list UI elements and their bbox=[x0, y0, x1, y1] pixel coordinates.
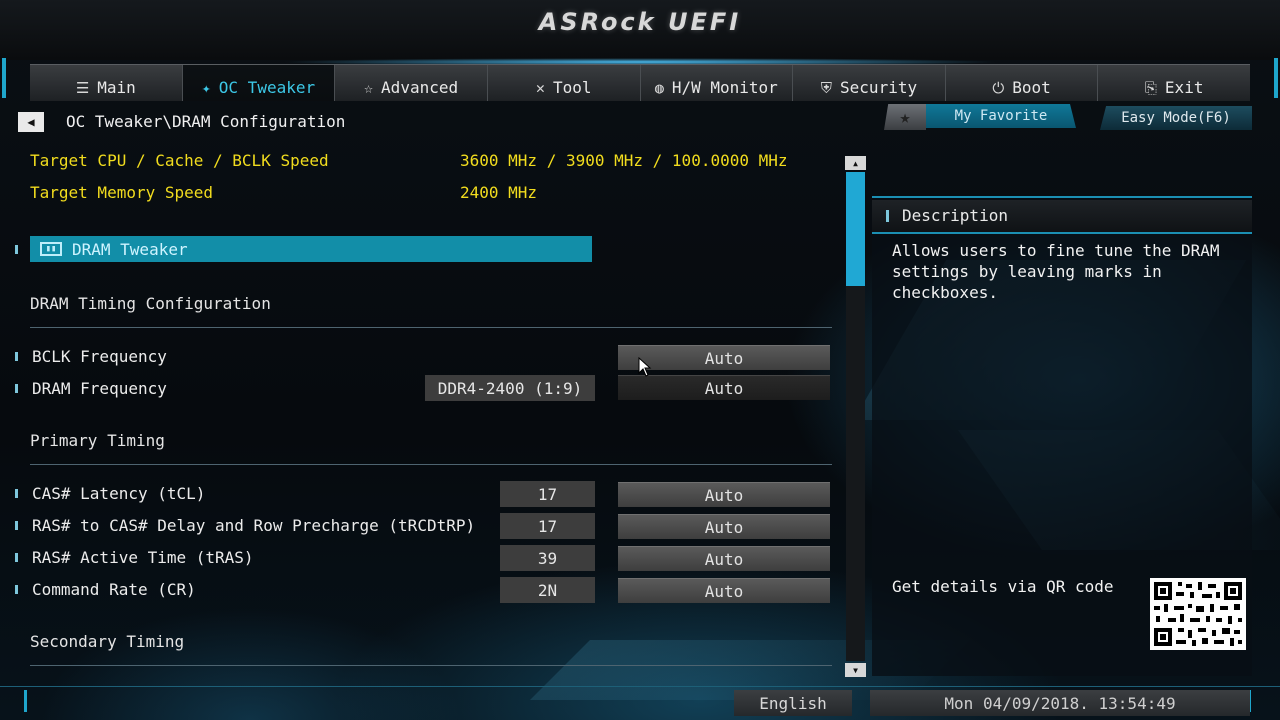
dram-tweaker-label: DRAM Tweaker bbox=[72, 239, 188, 259]
command-rate-current: 2N bbox=[500, 577, 595, 603]
target-memory-label: Target Memory Speed bbox=[30, 183, 214, 202]
item-marker bbox=[15, 384, 18, 393]
footer-accent-left bbox=[24, 690, 27, 712]
item-marker bbox=[15, 585, 18, 594]
divider bbox=[30, 327, 832, 328]
tab-oc-tweaker[interactable]: ✦ OC Tweaker bbox=[182, 65, 336, 101]
footer-divider bbox=[0, 686, 1280, 687]
rocket-icon: ✦ bbox=[201, 79, 211, 97]
shield-icon: ⛨ bbox=[820, 79, 833, 97]
dram-timing-configuration-heading: DRAM Timing Configuration bbox=[30, 294, 271, 313]
power-icon: ⏻ bbox=[992, 79, 1005, 97]
qr-code-image bbox=[1150, 578, 1246, 650]
back-arrow-icon: ◀ bbox=[27, 115, 35, 129]
dram-tweaker-item[interactable]: ▮▮ DRAM Tweaker bbox=[30, 236, 592, 262]
item-marker bbox=[15, 553, 18, 562]
secondary-timing-heading: Secondary Timing bbox=[30, 632, 185, 651]
tab-main[interactable]: ☰ Main bbox=[30, 65, 183, 101]
arrow-down-icon: ▼ bbox=[853, 665, 858, 675]
header-accent-right bbox=[1274, 58, 1278, 98]
target-cpu-value: 3600 MHz / 3900 MHz / 100.0000 MHz bbox=[460, 151, 788, 170]
tras-current: 39 bbox=[500, 545, 595, 571]
tras-select[interactable]: Auto bbox=[618, 546, 830, 571]
qr-code-label: Get details via QR code bbox=[892, 577, 1114, 596]
item-marker bbox=[886, 210, 889, 222]
memory-module-icon: ▮▮ bbox=[40, 242, 62, 256]
header-bar: ASRock UEFI bbox=[0, 0, 1280, 60]
divider bbox=[30, 665, 832, 666]
tab-label: Main bbox=[97, 78, 136, 97]
item-marker bbox=[15, 521, 18, 530]
asrock-uefi-logo: ASRock UEFI bbox=[538, 8, 742, 36]
arrow-up-icon: ▲ bbox=[853, 158, 858, 168]
cas-latency-label: CAS# Latency (tCL) bbox=[32, 484, 206, 503]
easy-mode-button[interactable]: Easy Mode(F6) bbox=[1100, 106, 1252, 130]
mouse-pointer-icon bbox=[638, 357, 652, 377]
tab-label: Tool bbox=[552, 78, 592, 97]
date-time-display: Mon 04/09/2018. 13:54:49 bbox=[870, 690, 1250, 716]
exit-door-icon: ⎘ bbox=[1144, 79, 1157, 97]
qr-code bbox=[1150, 578, 1246, 650]
list-icon: ☰ bbox=[75, 79, 90, 97]
dram-frequency-select[interactable]: Auto bbox=[618, 375, 830, 400]
star-icon: ★ bbox=[899, 106, 911, 128]
tab-security[interactable]: ⛨ Security bbox=[793, 65, 946, 101]
cas-latency-select[interactable]: Auto bbox=[618, 482, 830, 507]
bclk-frequency-label: BCLK Frequency bbox=[32, 347, 167, 366]
tab-label: Security bbox=[840, 78, 918, 97]
tab-tool[interactable]: ✕ Tool bbox=[488, 65, 641, 101]
cas-latency-current: 17 bbox=[500, 481, 595, 507]
scroll-up-button[interactable]: ▲ bbox=[845, 156, 866, 170]
tab-hw-monitor[interactable]: ◍ H/W Monitor bbox=[641, 65, 794, 101]
header-accent-left bbox=[2, 58, 6, 98]
tab-advanced[interactable]: ☆ Advanced bbox=[335, 65, 488, 101]
back-button[interactable]: ◀ bbox=[18, 112, 44, 132]
divider bbox=[30, 464, 832, 465]
description-title: Description bbox=[902, 206, 1008, 225]
description-text: Allows users to fine tune the DRAM setti… bbox=[892, 241, 1220, 302]
scrollbar-thumb[interactable] bbox=[846, 172, 865, 286]
item-marker bbox=[15, 489, 18, 498]
tab-label: Boot bbox=[1012, 78, 1051, 97]
item-marker bbox=[15, 352, 18, 361]
trcdtrp-select[interactable]: Auto bbox=[618, 514, 830, 539]
tab-label: H/W Monitor bbox=[671, 78, 778, 97]
target-memory-value: 2400 MHz bbox=[460, 183, 538, 202]
tab-exit[interactable]: ⎘ Exit bbox=[1098, 65, 1250, 101]
trcdtrp-current: 17 bbox=[500, 513, 595, 539]
tools-icon: ✕ bbox=[535, 79, 545, 97]
star-outline-icon: ☆ bbox=[364, 79, 374, 97]
tras-label: RAS# Active Time (tRAS) bbox=[32, 548, 254, 567]
tab-label: OC Tweaker bbox=[218, 78, 316, 97]
tab-label: Exit bbox=[1164, 78, 1204, 97]
scroll-down-button[interactable]: ▼ bbox=[845, 663, 866, 677]
command-rate-label: Command Rate (CR) bbox=[32, 580, 196, 599]
dram-frequency-label: DRAM Frequency bbox=[32, 379, 167, 398]
item-marker bbox=[15, 245, 18, 254]
main-tab-bar: ☰ Main ✦ OC Tweaker ☆ Advanced ✕ Tool ◍ H/W M… bbox=[30, 64, 1250, 101]
tab-boot[interactable]: ⏻ Boot bbox=[946, 65, 1099, 101]
breadcrumb: OC Tweaker\DRAM Configuration bbox=[66, 112, 346, 131]
monitor-gauge-icon: ◍ bbox=[654, 79, 664, 97]
primary-timing-heading: Primary Timing bbox=[30, 431, 165, 450]
favorite-star-button[interactable]: ★ bbox=[884, 104, 926, 130]
my-favorite-button[interactable]: My Favorite bbox=[926, 104, 1076, 128]
trcdtrp-label: RAS# to CAS# Delay and Row Precharge (tR… bbox=[32, 516, 476, 535]
dram-frequency-current: DDR4-2400 (1:9) bbox=[425, 375, 595, 401]
target-cpu-label: Target CPU / Cache / BCLK Speed bbox=[30, 151, 329, 170]
language-button[interactable]: English bbox=[734, 690, 852, 716]
command-rate-select[interactable]: Auto bbox=[618, 578, 830, 603]
tab-label: Advanced bbox=[381, 78, 459, 97]
